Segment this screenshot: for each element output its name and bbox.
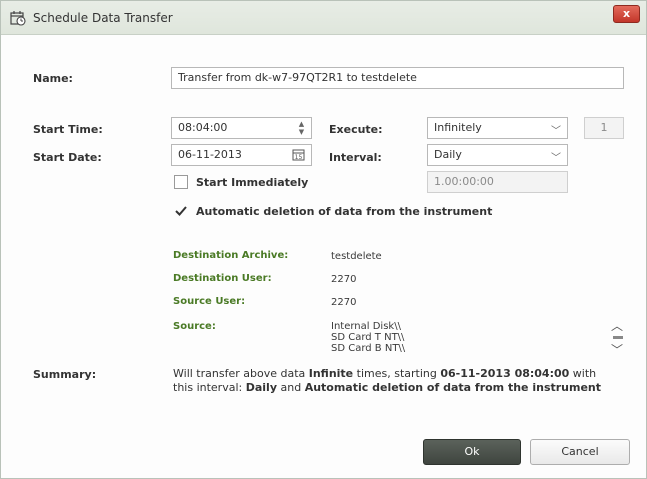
scroll-down-icon[interactable]: ﹀ <box>611 341 623 358</box>
destination-user-value: 2270 <box>331 274 357 285</box>
auto-delete-checkbox[interactable] <box>174 204 188 218</box>
scroll-up-icon[interactable]: ︿ <box>611 317 623 334</box>
execute-select[interactable]: Infinitely ﹀ <box>427 117 568 139</box>
title-bar: Schedule Data Transfer x <box>1 1 646 35</box>
auto-delete-label: Automatic deletion of data from the inst… <box>196 205 493 218</box>
summary-count: Infinite <box>308 367 354 380</box>
start-time-input[interactable]: 08:04:00 ▲ ▼ <box>171 117 312 139</box>
source-user-value: 2270 <box>331 297 357 308</box>
summary-deletion: Automatic deletion of data from the inst… <box>304 381 602 394</box>
name-label: Name: <box>33 72 73 85</box>
dialog-window: Schedule Data Transfer x Name: Transfer … <box>0 0 647 479</box>
summary-part: Will transfer above data <box>173 367 306 380</box>
execute-count-input[interactable]: 1 <box>584 117 624 139</box>
start-time-label: Start Time: <box>33 123 103 136</box>
execute-label: Execute: <box>329 123 383 136</box>
cancel-button[interactable]: Cancel <box>530 439 630 465</box>
destination-user-label: Destination User: <box>173 273 272 284</box>
list-item: SD Card B NT\\ <box>331 343 406 354</box>
summary-part: and <box>280 381 302 394</box>
destination-archive-label: Destination Archive: <box>173 250 289 261</box>
start-time-value: 08:04:00 <box>178 121 228 134</box>
calendar-icon[interactable]: 15 <box>292 148 305 165</box>
interval-label: Interval: <box>329 151 382 164</box>
start-date-input[interactable]: 06-11-2013 15 <box>171 144 312 166</box>
start-immediately-label: Start Immediately <box>196 176 309 189</box>
name-input[interactable]: Transfer from dk-w7-97QT2R1 to testdelet… <box>171 67 624 89</box>
source-user-label: Source User: <box>173 296 246 307</box>
ok-button[interactable]: Ok <box>423 439 521 465</box>
chevron-down-icon: ﹀ <box>551 153 561 164</box>
calendar-clock-icon <box>10 10 26 26</box>
interval-value: Daily <box>434 148 462 161</box>
list-item: SD Card T NT\\ <box>331 332 405 343</box>
start-date-label: Start Date: <box>33 151 102 164</box>
checkmark-icon <box>175 206 187 216</box>
source-label: Source: <box>173 321 216 332</box>
scrollbar-thumb[interactable] <box>613 336 623 339</box>
window-title: Schedule Data Transfer <box>33 11 173 25</box>
svg-text:15: 15 <box>295 154 303 161</box>
chevron-down-icon: ﹀ <box>551 126 561 137</box>
summary-part: times, starting <box>356 367 437 380</box>
summary-text: Will transfer above data Infinite times,… <box>173 367 613 395</box>
summary-label: Summary: <box>33 368 97 381</box>
close-button[interactable]: x <box>613 5 640 23</box>
interval-select[interactable]: Daily ﹀ <box>427 144 568 166</box>
source-list[interactable]: Internal Disk\\ SD Card T NT\\ SD Card B… <box>331 321 531 354</box>
start-immediately-checkbox[interactable] <box>174 175 188 189</box>
summary-start: 06-11-2013 08:04:00 <box>440 367 570 380</box>
time-spinner-icon[interactable]: ▲ ▼ <box>295 120 308 136</box>
start-date-value: 06-11-2013 <box>178 148 242 161</box>
list-item: Internal Disk\\ <box>331 321 401 332</box>
interval-duration-input[interactable]: 1.00:00:00 <box>427 171 568 193</box>
summary-interval: Daily <box>245 381 277 394</box>
execute-value: Infinitely <box>434 121 482 134</box>
destination-archive-value: testdelete <box>331 251 382 262</box>
